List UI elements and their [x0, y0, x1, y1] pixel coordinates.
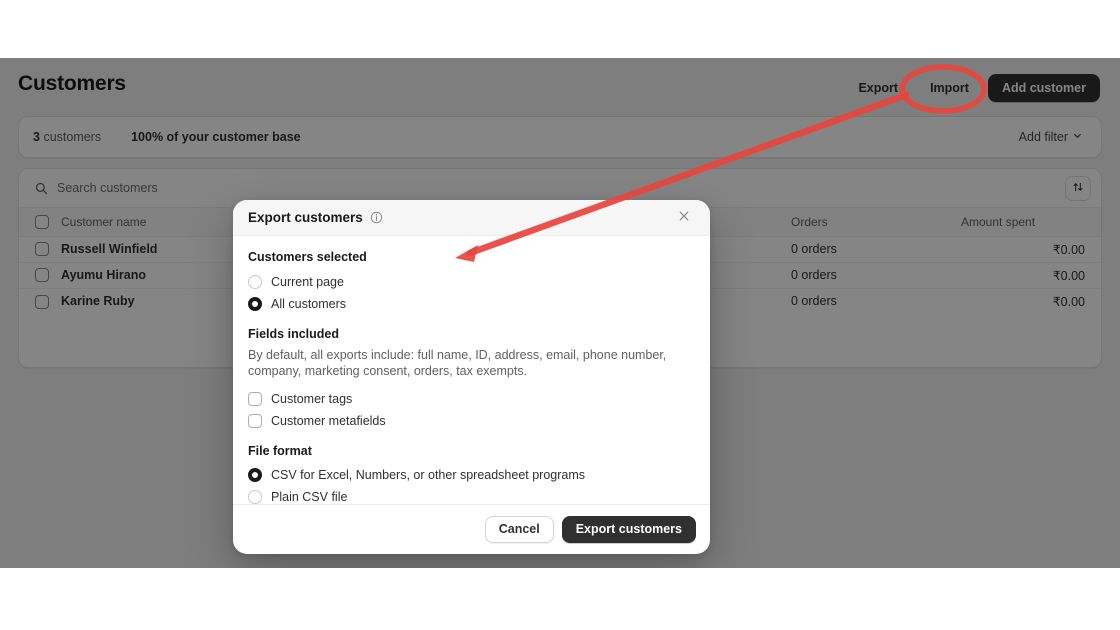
section-fields-included: Fields included By default, all exports … — [248, 327, 695, 432]
info-circle-icon[interactable] — [370, 211, 384, 225]
checkbox-customer-metafields-label: Customer metafields — [271, 414, 386, 429]
modal-footer: Cancel Export customers — [233, 504, 710, 554]
section-file-format: File format CSV for Excel, Numbers, or o… — [248, 444, 695, 504]
section-customers-selected: Customers selected Current page All cust… — [248, 250, 695, 314]
radio-all-customers-label: All customers — [271, 296, 347, 311]
export-customers-modal: Export customers Customers selected Curr… — [233, 200, 710, 554]
checkbox-option-customer-tags[interactable]: Customer tags — [248, 389, 695, 410]
cancel-button[interactable]: Cancel — [484, 516, 554, 543]
app-viewport: Customers Export Import Add customer 3 c… — [0, 58, 1120, 568]
radio-option-all-customers[interactable]: All customers — [248, 293, 695, 314]
close-icon — [678, 210, 690, 225]
fields-included-description: By default, all exports include: full na… — [248, 348, 667, 378]
checkbox-customer-tags-label: Customer tags — [271, 392, 353, 407]
radio-current-page-label: Current page — [271, 274, 344, 289]
radio-all-customers-icon — [248, 296, 262, 311]
radio-option-plain-csv[interactable]: Plain CSV file — [248, 487, 695, 504]
checkbox-option-customer-metafields[interactable]: Customer metafields — [248, 411, 695, 432]
radio-current-page-icon — [248, 274, 262, 289]
modal-title: Export customers — [248, 210, 363, 225]
section-title-file-format: File format — [248, 443, 312, 458]
checkbox-customer-metafields-icon — [248, 414, 262, 429]
radio-option-current-page[interactable]: Current page — [248, 271, 695, 292]
section-title-customers-selected: Customers selected — [248, 250, 367, 264]
modal-header: Export customers — [233, 200, 710, 236]
radio-plain-csv-label: Plain CSV file — [271, 490, 348, 504]
radio-option-csv-excel[interactable]: CSV for Excel, Numbers, or other spreads… — [248, 465, 695, 486]
radio-csv-excel-icon — [248, 468, 262, 483]
radio-plain-csv-icon — [248, 490, 262, 504]
radio-csv-excel-label: CSV for Excel, Numbers, or other spreads… — [271, 468, 586, 483]
modal-body: Customers selected Current page All cust… — [233, 236, 710, 504]
checkbox-customer-tags-icon — [248, 392, 262, 407]
close-button[interactable] — [672, 206, 696, 230]
export-customers-confirm-button[interactable]: Export customers — [561, 516, 696, 543]
section-title-fields-included: Fields included — [248, 327, 339, 341]
